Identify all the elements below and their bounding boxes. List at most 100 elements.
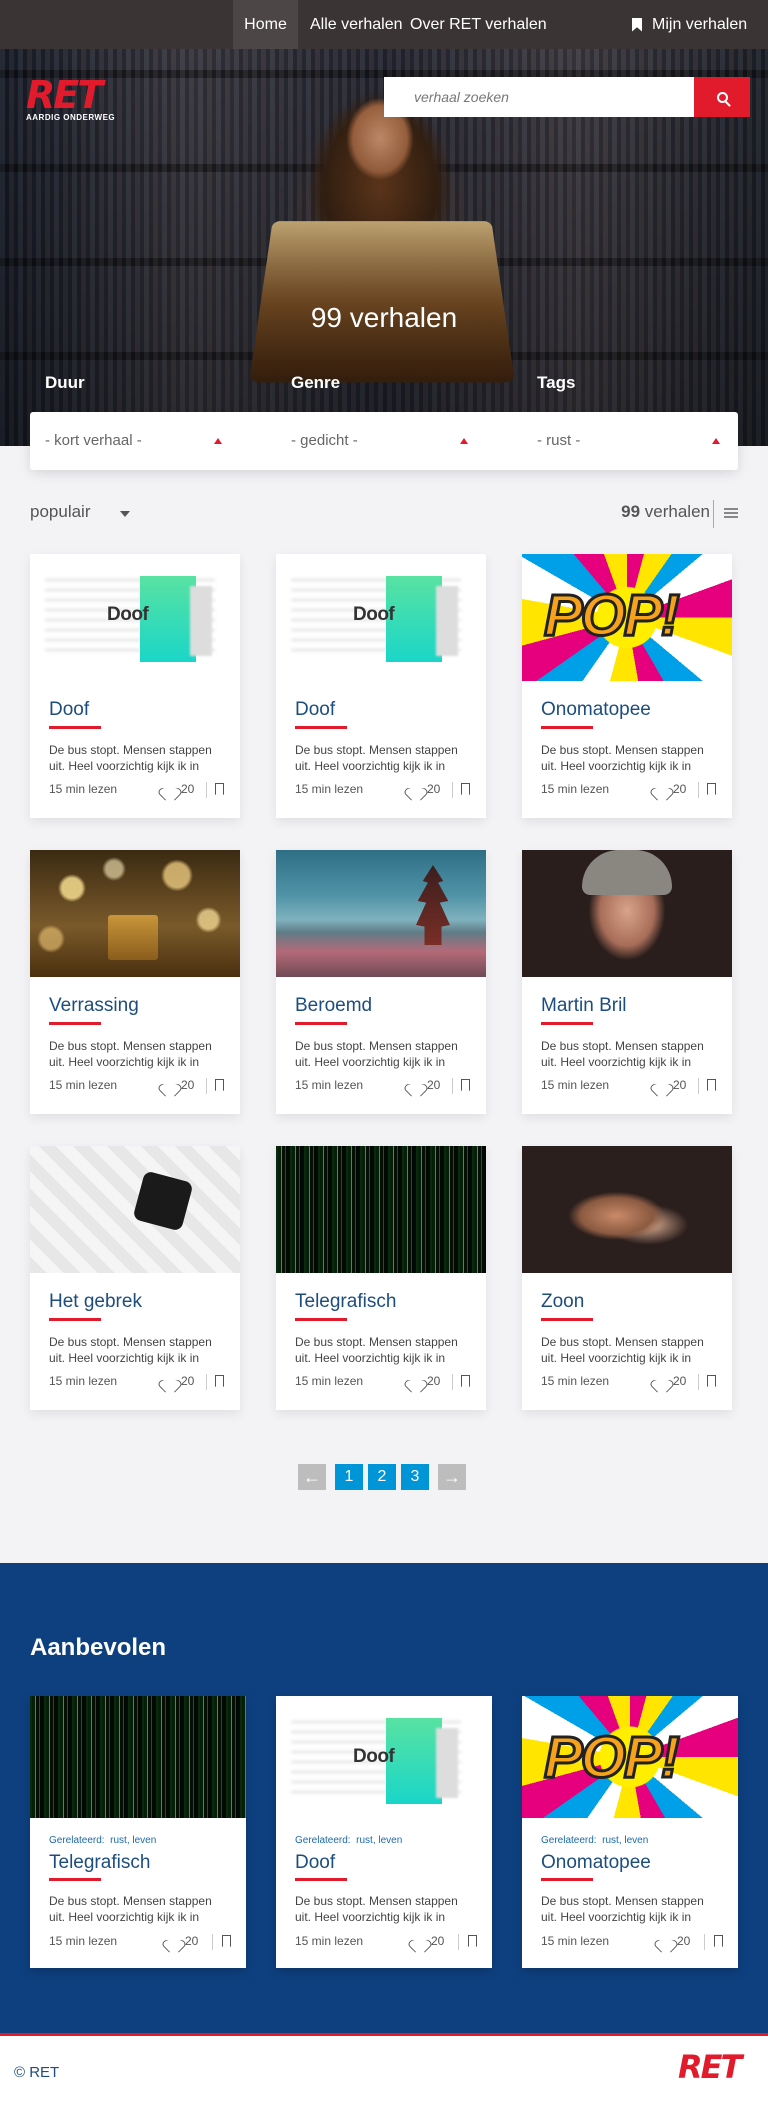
search-button[interactable] (694, 77, 750, 117)
title-underline (49, 1318, 101, 1321)
recommended-card[interactable]: POP! Gerelateerd: rust, leven Onomatopee De… (522, 1696, 738, 1968)
related-values[interactable]: rust, leven (356, 1835, 402, 1846)
bookmark-icon[interactable] (714, 1935, 723, 1947)
story-card[interactable]: Telegrafisch De bus stopt. Mensen stappen… (276, 1146, 486, 1410)
like-button[interactable]: 20 (655, 1374, 686, 1388)
bookmark-icon[interactable] (215, 1079, 224, 1091)
bookmark-icon[interactable] (461, 1079, 470, 1091)
card-title[interactable]: Beroemd (295, 995, 372, 1017)
bookmark-icon[interactable] (707, 783, 716, 795)
footer-logo[interactable]: RET (678, 2048, 742, 2086)
like-button[interactable]: 20 (413, 1934, 444, 1948)
like-button[interactable]: 20 (167, 1934, 198, 1948)
image-word: Doof (353, 1746, 395, 1767)
like-button[interactable]: 20 (409, 782, 440, 796)
story-card[interactable]: Beroemd De bus stopt. Mensen stappen uit.… (276, 850, 486, 1114)
chevron-down-icon[interactable] (120, 511, 130, 517)
card-image[interactable] (276, 1146, 486, 1273)
related-values[interactable]: rust, leven (602, 1835, 648, 1846)
card-image[interactable] (276, 850, 486, 977)
read-time: 15 min lezen (295, 782, 364, 796)
card-title[interactable]: Doof (295, 1852, 335, 1874)
sort-select[interactable]: populair (30, 502, 91, 522)
bookmark-icon[interactable] (461, 1375, 470, 1387)
like-button[interactable]: 20 (163, 1374, 194, 1388)
card-title[interactable]: Telegrafisch (295, 1291, 396, 1313)
card-image[interactable] (30, 1696, 246, 1818)
like-button[interactable]: 20 (409, 1078, 440, 1092)
card-image[interactable]: Doof (30, 554, 240, 681)
recommended-card[interactable]: Gerelateerd: rust, leven Telegrafisch De b… (30, 1696, 246, 1968)
card-image[interactable] (522, 1146, 732, 1273)
nav-about[interactable]: Over RET verhalen (410, 0, 547, 49)
card-title[interactable]: Martin Bril (541, 995, 627, 1017)
bookmark-icon[interactable] (707, 1079, 716, 1091)
bookmark-icon[interactable] (468, 1935, 477, 1947)
card-title[interactable]: Telegrafisch (49, 1852, 150, 1874)
result-count-number: 99 (621, 502, 641, 521)
filter-genre-select[interactable]: - gedicht - (291, 412, 358, 470)
card-excerpt: De bus stopt. Mensen stappen uit. Heel v… (541, 1894, 704, 1924)
filter-duration-select[interactable]: - kort verhaal - (45, 412, 142, 470)
card-image[interactable] (30, 850, 240, 977)
nav-home[interactable]: Home (233, 0, 298, 49)
card-title[interactable]: Onomatopee (541, 699, 651, 721)
bookmark-icon[interactable] (215, 783, 224, 795)
pagination-next[interactable]: → (438, 1464, 466, 1490)
related-tags: Gerelateerd: rust, leven (49, 1835, 156, 1846)
story-card[interactable]: Doof Doof De bus stopt. Mensen stappen uit… (276, 554, 486, 818)
like-button[interactable]: 20 (655, 782, 686, 796)
card-image[interactable]: Doof (276, 1696, 492, 1818)
bookmark-icon[interactable] (222, 1935, 231, 1947)
card-title[interactable]: Zoon (541, 1291, 584, 1313)
pagination-page-2[interactable]: 2 (368, 1464, 396, 1490)
story-card[interactable]: Doof Doof De bus stopt. Mensen stappen uit… (30, 554, 240, 818)
like-button[interactable]: 20 (659, 1934, 690, 1948)
read-time: 15 min lezen (541, 782, 610, 796)
story-card[interactable]: POP! Onomatopee De bus stopt. Mensen stapp… (522, 554, 732, 818)
card-image[interactable]: POP! (522, 1696, 738, 1818)
heart-icon (167, 1935, 181, 1947)
read-time: 15 min lezen (541, 1078, 610, 1092)
card-title[interactable]: Doof (49, 699, 89, 721)
like-count: 20 (427, 1374, 441, 1388)
pagination-prev[interactable]: ← (298, 1464, 326, 1490)
bookmark-icon[interactable] (461, 783, 470, 795)
like-button[interactable]: 20 (163, 782, 194, 796)
logo-tagline: AARDIG ONDERWEG (26, 113, 116, 122)
card-image[interactable]: POP! (522, 554, 732, 681)
like-button[interactable]: 20 (655, 1078, 686, 1092)
logo-text: RET (26, 73, 103, 117)
story-card[interactable]: Martin Bril De bus stopt. Mensen stappen … (522, 850, 732, 1114)
related-tags: Gerelateerd: rust, leven (295, 1835, 402, 1846)
read-time: 15 min lezen (49, 1374, 118, 1388)
card-title[interactable]: Doof (295, 699, 335, 721)
card-title[interactable]: Verrassing (49, 995, 139, 1017)
card-image[interactable] (30, 1146, 240, 1273)
like-button[interactable]: 20 (163, 1078, 194, 1092)
pagination-page-1[interactable]: 1 (335, 1464, 363, 1490)
story-card[interactable]: Verrassing De bus stopt. Mensen stappen u… (30, 850, 240, 1114)
story-card[interactable]: Het gebrek De bus stopt. Mensen stappen u… (30, 1146, 240, 1410)
related-values[interactable]: rust, leven (110, 1835, 156, 1846)
card-image[interactable]: Doof (276, 554, 486, 681)
top-nav: Home Alle verhalen Over RET verhalen Mij… (0, 0, 768, 49)
card-image[interactable] (522, 850, 732, 977)
search-input[interactable] (384, 77, 694, 117)
bookmark-icon[interactable] (215, 1375, 224, 1387)
heart-icon (655, 783, 669, 795)
like-button[interactable]: 20 (409, 1374, 440, 1388)
card-title[interactable]: Het gebrek (49, 1291, 142, 1313)
recommended-card[interactable]: Doof Gerelateerd: rust, leven Doof De bus s… (276, 1696, 492, 1968)
nav-my-stories[interactable]: Mijn verhalen (632, 0, 747, 49)
bookmark-icon[interactable] (707, 1375, 716, 1387)
title-underline (541, 1318, 593, 1321)
pagination-page-3[interactable]: 3 (401, 1464, 429, 1490)
list-view-icon[interactable] (724, 508, 738, 518)
story-card[interactable]: Zoon De bus stopt. Mensen stappen uit. He… (522, 1146, 732, 1410)
nav-all-stories[interactable]: Alle verhalen (310, 0, 403, 49)
filter-tags-select[interactable]: - rust - (537, 412, 580, 470)
card-title[interactable]: Onomatopee (541, 1852, 651, 1874)
like-count: 20 (181, 1078, 195, 1092)
ret-logo[interactable]: RET AARDIG ONDERWEG (26, 75, 136, 125)
